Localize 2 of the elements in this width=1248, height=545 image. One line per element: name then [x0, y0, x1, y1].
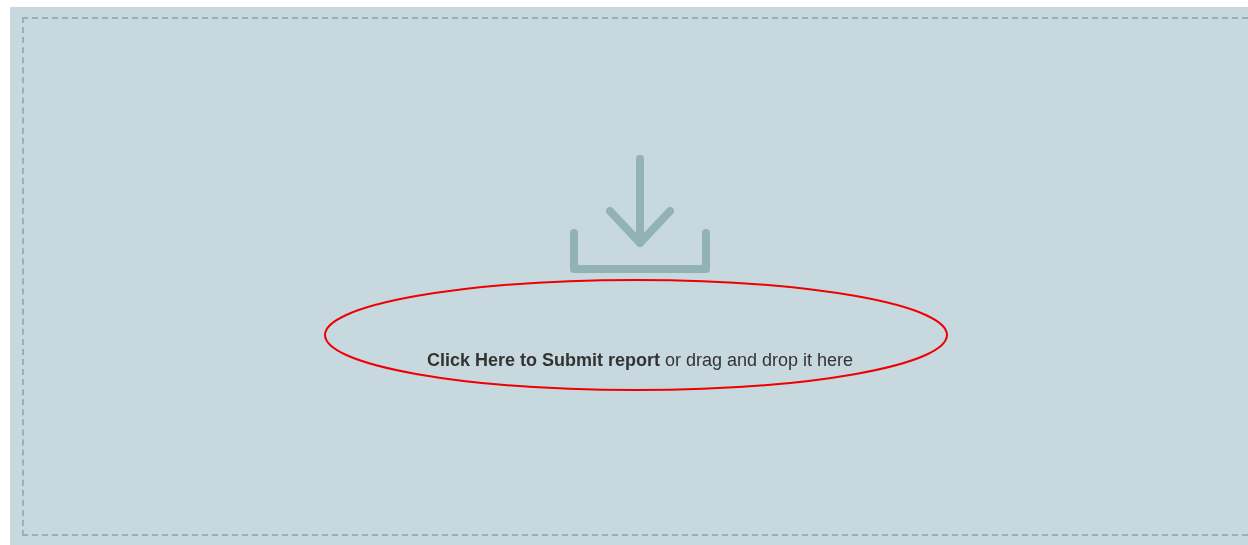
dropzone[interactable]: Click Here to Submit report or drag and drop it here: [22, 17, 1248, 536]
upload-instruction[interactable]: Click Here to Submit report or drag and drop it here: [426, 347, 854, 374]
